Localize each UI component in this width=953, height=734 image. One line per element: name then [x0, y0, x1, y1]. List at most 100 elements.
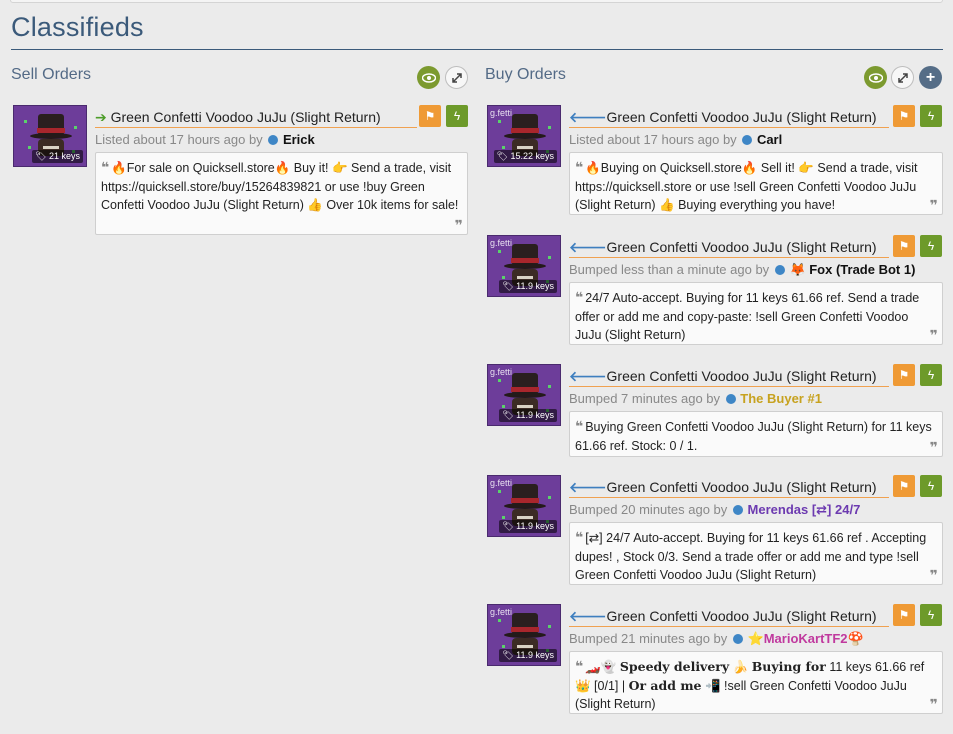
- header-divider: [569, 626, 889, 627]
- lightning-icon[interactable]: ϟ: [920, 475, 942, 497]
- confetti-particle: [502, 405, 505, 408]
- comment-text-part: 11 keys 61.66 ref: [825, 660, 925, 674]
- item-name[interactable]: Green Confetti Voodoo JuJu (Slight Retur…: [607, 239, 877, 255]
- listing-item: g.fetti 🏷 11.9 keys 🡐Green Confetti Vood…: [487, 364, 943, 459]
- confetti-particle: [498, 120, 501, 123]
- item-name-link[interactable]: 🡐Green Confetti Voodoo JuJu (Slight Retu…: [569, 239, 877, 256]
- flag-icon[interactable]: ⚑: [893, 604, 915, 626]
- lightning-icon[interactable]: ϟ: [920, 235, 942, 257]
- arrow-left-icon: 🡐: [569, 368, 607, 384]
- flag-icon[interactable]: ⚑: [893, 364, 915, 386]
- comment-bold: Or add me: [628, 677, 702, 693]
- listing-comment: ❝ 🔥Buying on Quicksell.store🔥 Sell it! 👉 …: [569, 152, 943, 215]
- sell-orders-title: Sell Orders: [11, 66, 92, 83]
- confetti-particle: [502, 516, 505, 519]
- lightning-icon[interactable]: ϟ: [920, 105, 942, 127]
- lightning-icon[interactable]: ϟ: [446, 105, 468, 127]
- confetti-particle: [548, 625, 551, 628]
- price-badge: 🏷 21 keys: [32, 150, 83, 163]
- item-name[interactable]: Green Confetti Voodoo JuJu (Slight Retur…: [607, 368, 877, 384]
- quote-icon: ❞: [929, 326, 938, 343]
- title-divider: [11, 49, 943, 50]
- item-name[interactable]: Green Confetti Voodoo JuJu (Slight Retur…: [607, 608, 877, 624]
- online-status-icon: [732, 505, 743, 515]
- flag-icon[interactable]: ⚑: [893, 235, 915, 257]
- flag-icon[interactable]: ⚑: [893, 475, 915, 497]
- listing-meta: Bumped 21 minutes ago by ⭐MarioKartTF2🍄: [569, 631, 864, 647]
- quote-icon: ❞: [929, 566, 938, 583]
- eye-icon[interactable]: [864, 66, 887, 89]
- page-title: Classifieds: [11, 12, 144, 42]
- item-name[interactable]: Green Confetti Voodoo JuJu (Slight Retur…: [607, 109, 877, 125]
- arrow-left-icon: 🡐: [569, 608, 607, 624]
- confetti-particle: [28, 146, 31, 149]
- user-link[interactable]: Erick: [283, 132, 315, 147]
- confetti-particle: [498, 379, 501, 382]
- comment-text: 🔥Buying on Quicksell.store🔥 Sell it! 👉 S…: [575, 161, 918, 212]
- confetti-particle: [502, 645, 505, 648]
- item-name-link[interactable]: 🡐Green Confetti Voodoo JuJu (Slight Retu…: [569, 109, 877, 126]
- item-name-link[interactable]: ➔ Green Confetti Voodoo JuJu (Slight Ret…: [95, 109, 381, 126]
- item-name-link[interactable]: 🡐Green Confetti Voodoo JuJu (Slight Retu…: [569, 479, 877, 496]
- header-divider: [569, 127, 889, 128]
- phone-icon: 📲: [705, 678, 721, 693]
- lightning-icon[interactable]: ϟ: [920, 364, 942, 386]
- online-status-icon: [742, 135, 753, 145]
- arrow-left-icon: 🡐: [569, 239, 607, 255]
- item-thumbnail[interactable]: g.fetti 🏷 11.9 keys: [487, 235, 561, 297]
- listing-comment: ❝ [⇄] 24/7 Auto-accept. Buying for 11 key…: [569, 522, 943, 585]
- meta-text: Listed about 17 hours ago by: [569, 132, 737, 147]
- crown-icon: 👑: [575, 678, 591, 693]
- item-name[interactable]: Green Confetti Voodoo JuJu (Slight Retur…: [111, 109, 381, 125]
- quote-icon: ❞: [454, 216, 463, 233]
- expand-icon[interactable]: [445, 66, 468, 89]
- listing-item: g.fetti 🏷 11.9 keys 🡐Green Confetti Vood…: [487, 235, 943, 347]
- online-status-icon: [774, 265, 785, 275]
- item-thumbnail[interactable]: g.fetti 🏷 11.9 keys: [487, 364, 561, 426]
- listing-item: g.fetti 🏷 11.9 keys 🡐Green Confetti Vood…: [487, 475, 943, 587]
- confetti-particle: [502, 146, 505, 149]
- flag-icon[interactable]: ⚑: [419, 105, 441, 127]
- item-thumbnail[interactable]: 🏷 21 keys: [13, 105, 87, 167]
- item-name-link[interactable]: 🡐Green Confetti Voodoo JuJu (Slight Retu…: [569, 368, 877, 385]
- item-thumbnail[interactable]: g.fetti 🏷 11.9 keys: [487, 604, 561, 666]
- user-link[interactable]: 🦊 Fox (Trade Bot 1): [789, 262, 915, 277]
- user-link[interactable]: The Buyer #1: [740, 391, 822, 406]
- comment-text: [⇄] 24/7 Auto-accept. Buying for 11 keys…: [575, 531, 927, 582]
- listing-meta: Listed about 17 hours ago by Carl: [569, 132, 782, 147]
- quote-icon: ❝: [101, 159, 110, 175]
- item-tag: g.fetti: [490, 108, 513, 118]
- price-value: 15.22 keys: [510, 151, 554, 161]
- price-badge: 🏷 15.22 keys: [493, 150, 557, 163]
- price-value: 11.9 keys: [516, 410, 554, 420]
- listing-item: g.fetti 🏷 15.22 keys 🡐Green Confetti Voo…: [487, 105, 943, 217]
- confetti-particle: [24, 120, 27, 123]
- listing-comment: ❝ 🏎️👻 Speedy delivery 🍌 Buying for 11 key…: [569, 651, 943, 714]
- quote-icon: ❝: [575, 658, 584, 674]
- item-name-link[interactable]: 🡐Green Confetti Voodoo JuJu (Slight Retu…: [569, 608, 877, 625]
- user-link[interactable]: Merendas [⇄] 24/7: [748, 502, 861, 517]
- item-tag: g.fetti: [490, 478, 513, 488]
- quote-icon: ❞: [929, 695, 938, 712]
- user-link[interactable]: ⭐MarioKartTF2🍄: [748, 631, 864, 646]
- plus-icon[interactable]: +: [919, 66, 942, 89]
- quote-icon: ❞: [929, 196, 938, 213]
- comment-text: 24/7 Auto-accept. Buying for 11 keys 61.…: [575, 291, 920, 342]
- price-badge: 🏷 11.9 keys: [499, 649, 557, 662]
- flag-icon[interactable]: ⚑: [893, 105, 915, 127]
- item-thumbnail[interactable]: g.fetti 🏷 15.22 keys: [487, 105, 561, 167]
- top-panel-edge: [10, 0, 943, 3]
- meta-text: Listed about 17 hours ago by: [95, 132, 263, 147]
- user-link[interactable]: Carl: [757, 132, 782, 147]
- eye-icon[interactable]: [417, 66, 440, 89]
- header-divider: [569, 257, 889, 258]
- header-divider: [95, 127, 417, 128]
- price-badge: 🏷 11.9 keys: [499, 409, 557, 422]
- item-thumbnail[interactable]: g.fetti 🏷 11.9 keys: [487, 475, 561, 537]
- item-name[interactable]: Green Confetti Voodoo JuJu (Slight Retur…: [607, 479, 877, 495]
- meta-text: Bumped less than a minute ago by: [569, 262, 770, 277]
- expand-icon[interactable]: [891, 66, 914, 89]
- arrow-left-icon: 🡐: [569, 109, 607, 125]
- confetti-particle: [502, 276, 505, 279]
- lightning-icon[interactable]: ϟ: [920, 604, 942, 626]
